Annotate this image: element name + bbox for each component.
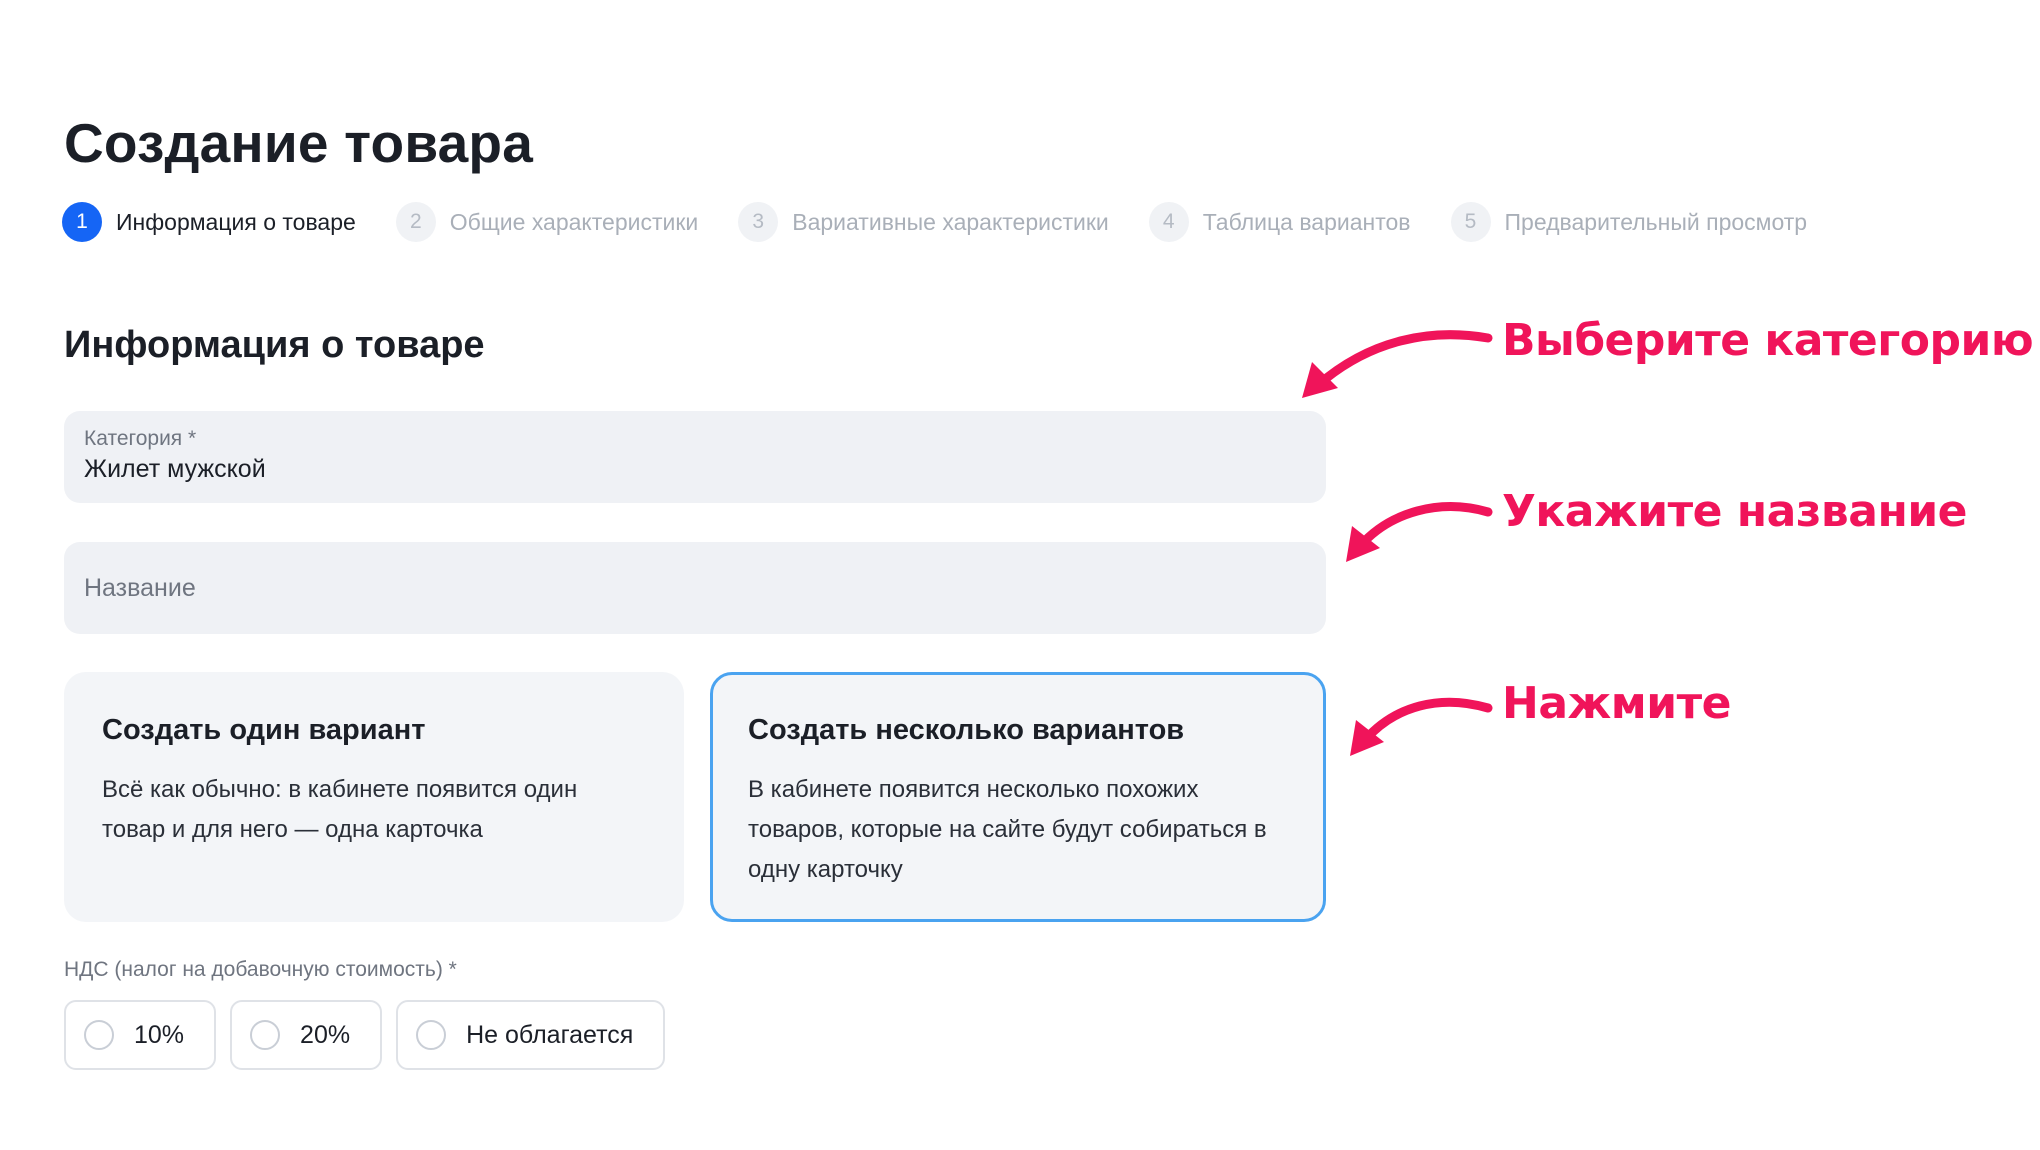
- arrow-to-name-icon: [1355, 502, 1493, 551]
- step-label: Вариативные характеристики: [792, 208, 1109, 235]
- page-title: Создание товара: [64, 112, 533, 174]
- step-number: 3: [738, 202, 779, 242]
- arrowhead-category-icon: [1302, 362, 1338, 398]
- stepper: 1 Информация о товаре 2 Общие характерис…: [62, 200, 1847, 244]
- vat-option-label: 10%: [134, 1020, 185, 1049]
- vat-option-label: 20%: [300, 1020, 351, 1049]
- step-variant-characteristics[interactable]: 3 Вариативные характеристики: [738, 202, 1109, 242]
- create-one-variant-description: Всё как обычно: в кабинете появится один…: [102, 776, 578, 843]
- arrowhead-variants-icon: [1350, 720, 1384, 756]
- create-one-variant-card[interactable]: Создать один вариант Всё как обычно: в к…: [64, 672, 684, 922]
- arrow-to-category-icon: [1313, 330, 1493, 390]
- step-label: Предварительный просмотр: [1504, 208, 1808, 235]
- create-one-variant-title: Создать один вариант: [102, 714, 426, 746]
- arrow-to-variants-icon: [1360, 697, 1493, 745]
- radio-icon: [84, 1020, 114, 1050]
- step-number: 1: [62, 202, 102, 242]
- vat-option-10[interactable]: 10%: [64, 1000, 217, 1070]
- step-general-characteristics[interactable]: 2 Общие характеристики: [395, 202, 699, 242]
- step-number: 5: [1450, 202, 1491, 242]
- create-multiple-variants-description: В кабинете появится несколько похожих то…: [748, 776, 1267, 883]
- radio-icon: [250, 1020, 281, 1050]
- step-label: Общие характеристики: [449, 208, 699, 235]
- arrowhead-name-icon: [1346, 526, 1380, 562]
- vat-option-label: Не облагается: [466, 1020, 634, 1049]
- step-label: Таблица вариантов: [1202, 208, 1411, 235]
- create-multiple-variants-title: Создать несколько вариантов: [748, 714, 1185, 746]
- step-number: 4: [1148, 202, 1189, 242]
- category-field[interactable]: Категория * Жилет мужской: [64, 411, 1326, 503]
- step-variants-table[interactable]: 4 Таблица вариантов: [1148, 202, 1411, 242]
- vat-option-20[interactable]: 20%: [230, 1000, 383, 1070]
- step-preview[interactable]: 5 Предварительный просмотр: [1450, 202, 1808, 242]
- step-product-info[interactable]: 1 Информация о товаре: [62, 202, 356, 242]
- vat-label: НДС (налог на добавочную стоимость) *: [64, 958, 457, 981]
- annotation-enter-name: Укажите название: [1502, 486, 1968, 537]
- name-field-placeholder: Название: [84, 574, 196, 602]
- vat-option-exempt[interactable]: Не облагается: [396, 1000, 666, 1070]
- vat-radio-group: 10% 20% Не облагается: [64, 1000, 679, 1070]
- step-number: 2: [395, 202, 436, 242]
- annotation-click: Нажмите: [1502, 678, 1731, 729]
- annotation-select-category: Выберите категорию: [1502, 315, 2034, 366]
- category-field-label: Категория *: [84, 427, 197, 450]
- name-field[interactable]: Название: [64, 542, 1326, 634]
- category-field-value: Жилет мужской: [84, 455, 266, 483]
- radio-icon: [416, 1020, 447, 1050]
- create-multiple-variants-card[interactable]: Создать несколько вариантов В кабинете п…: [710, 672, 1326, 922]
- step-label: Информация о товаре: [116, 208, 356, 235]
- section-title: Информация о товаре: [64, 324, 485, 366]
